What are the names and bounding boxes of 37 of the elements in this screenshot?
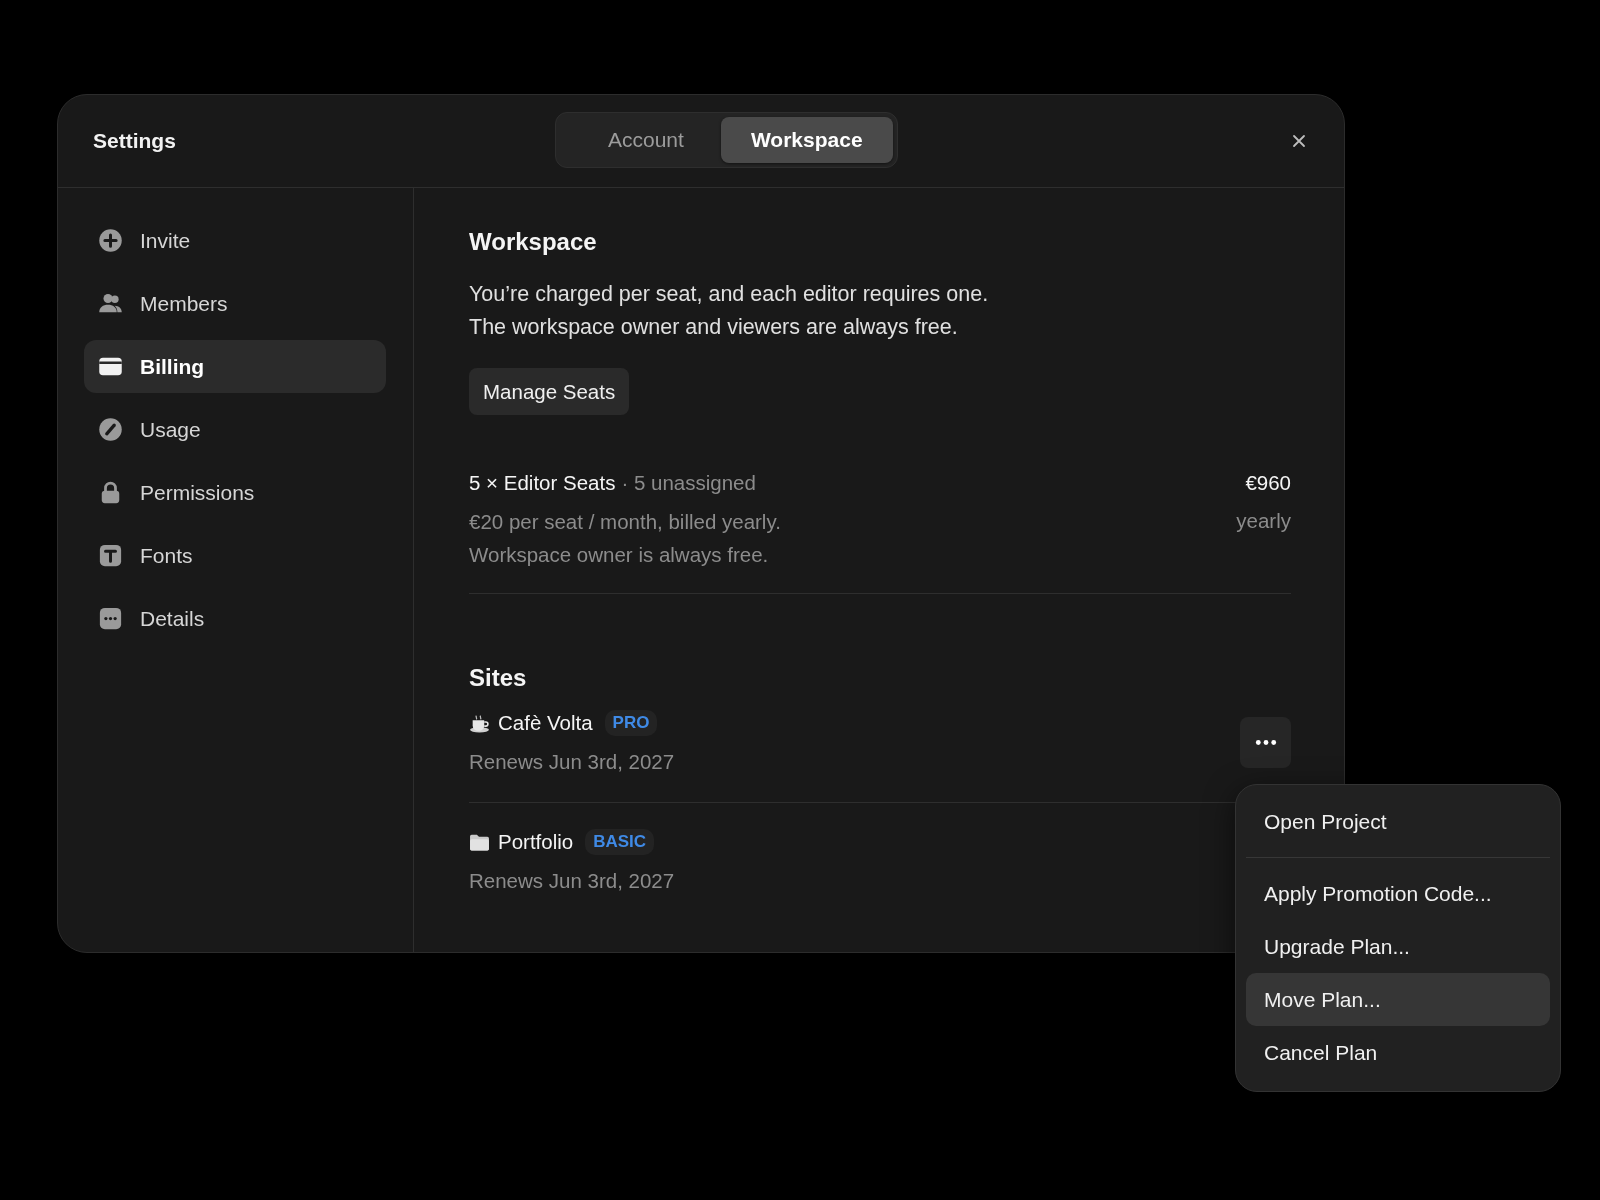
tab[interactable]: Account — [560, 117, 721, 163]
menu-item[interactable]: Apply Promotion Code... — [1246, 867, 1550, 920]
sidebar-item[interactable]: Details — [84, 592, 386, 645]
renewal-date: Renews Jun 3rd, 2027 — [469, 869, 675, 893]
plan-badge: BASIC — [585, 829, 655, 855]
section-heading: Workspace — [469, 228, 598, 256]
more-icon — [1254, 738, 1277, 746]
letter-square-icon — [98, 543, 123, 568]
sidebar-item[interactable]: Invite — [84, 214, 386, 267]
sidebar-item[interactable]: Usage — [84, 403, 386, 456]
close-icon — [1292, 134, 1306, 148]
seat-title: 5 × Editor Seats — [469, 471, 616, 495]
sidebar-item[interactable]: Billing — [84, 340, 386, 393]
plan-badge: PRO — [604, 710, 658, 736]
seat-note: · 5 unassigned — [621, 471, 756, 495]
billing-period: yearly — [1236, 509, 1291, 533]
sidebar-item[interactable]: Permissions — [84, 466, 386, 519]
section-heading: Sites — [469, 664, 528, 692]
more-button[interactable] — [1240, 716, 1291, 768]
site-name: Portfolio — [498, 830, 574, 854]
manage-seats-button[interactable]: Manage Seats — [469, 368, 630, 415]
site-name: Cafè Volta — [498, 711, 593, 735]
gauge-icon — [98, 417, 123, 442]
dots-square-icon — [98, 606, 123, 631]
sidebar-item[interactable]: Fonts — [84, 529, 386, 582]
description-text: You’re charged per seat, and each editor requires one. The workspace owner and viewers are always free. — [469, 281, 990, 341]
plus-circle-icon — [98, 228, 123, 253]
menu-item[interactable]: Move Plan... — [1246, 973, 1550, 1026]
menu-item[interactable]: Cancel Plan — [1246, 1026, 1550, 1079]
renewal-date: Renews Jun 3rd, 2027 — [469, 750, 675, 774]
sidebar-item[interactable]: Members — [84, 277, 386, 330]
price: €960 — [1245, 471, 1291, 495]
menu-item[interactable]: Upgrade Plan... — [1246, 920, 1550, 973]
tab[interactable]: Workspace — [720, 117, 893, 163]
window-title: Settings — [93, 129, 176, 153]
menu-item[interactable]: Open Project — [1246, 795, 1550, 848]
seat-details: €20 per seat / month, billed yearly. Workspace owner is always free. — [469, 509, 781, 568]
